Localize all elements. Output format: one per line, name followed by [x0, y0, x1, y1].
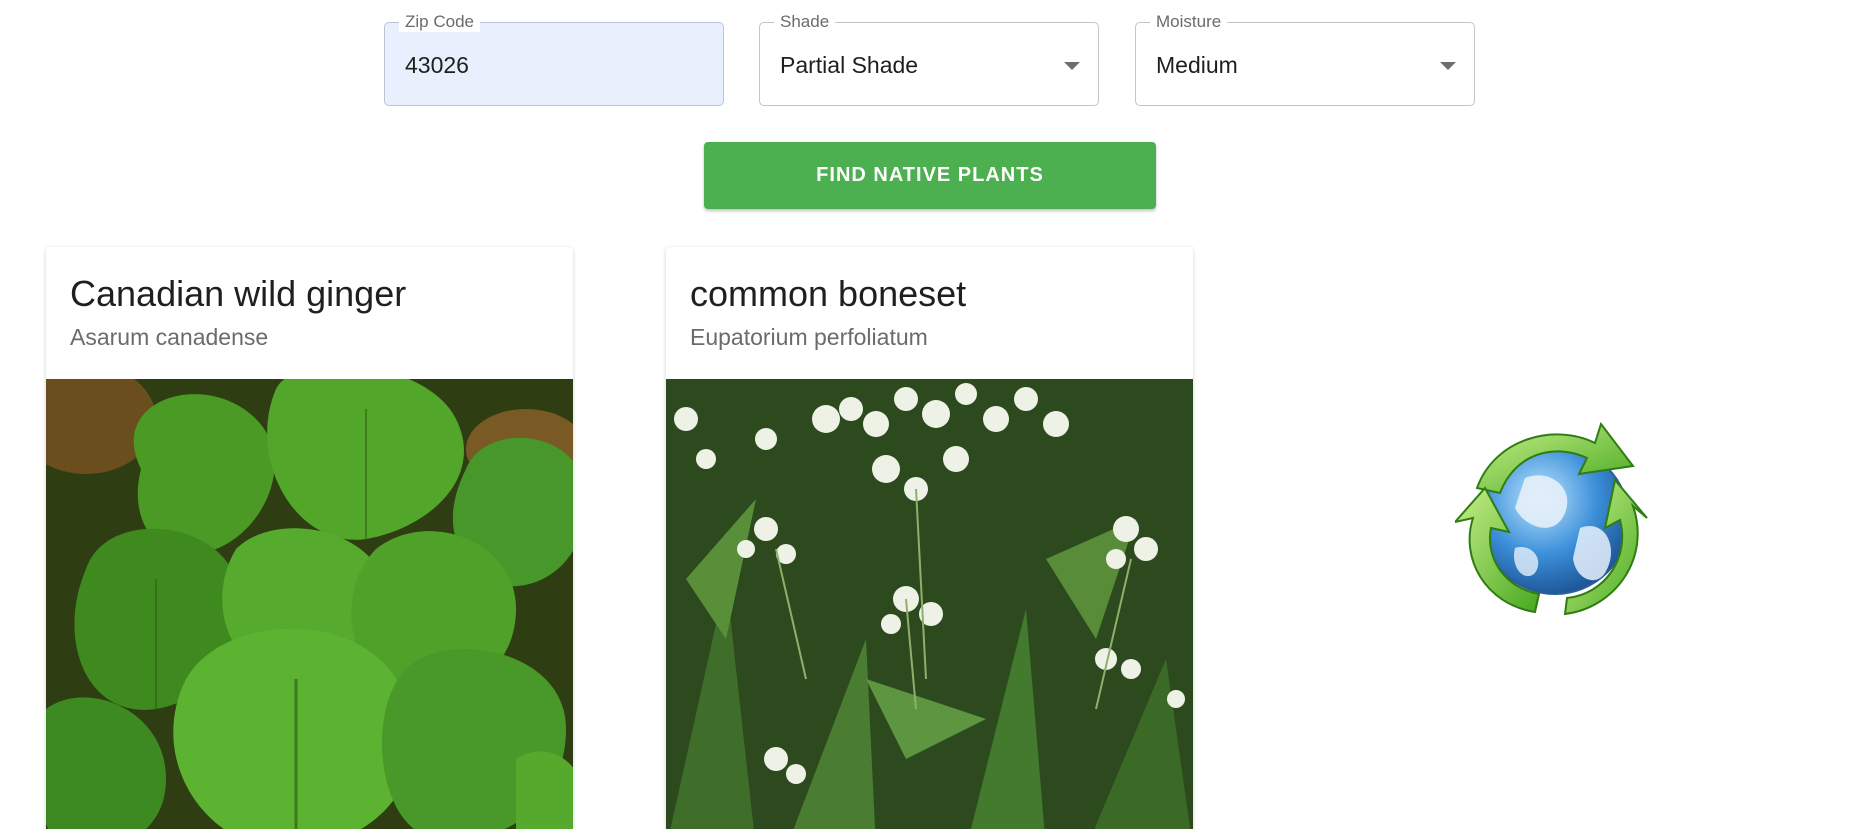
recycling-globe-icon: [1455, 421, 1648, 616]
plant-card[interactable]: Canadian wild ginger Asarum canadense: [46, 247, 573, 829]
shade-select[interactable]: Shade Partial Shade: [759, 12, 1099, 107]
find-native-plants-button[interactable]: FIND NATIVE PLANTS: [704, 142, 1156, 209]
plant-common-name: common boneset: [690, 273, 967, 314]
moisture-selected-value[interactable]: Medium: [1156, 23, 1238, 107]
app-page: Zip Code 43026 Shade Partial Shade Moist…: [0, 0, 1869, 829]
plant-photo: [46, 379, 573, 829]
plant-scientific-name: Asarum canadense: [70, 324, 269, 350]
chevron-down-icon[interactable]: [1440, 62, 1456, 70]
moisture-select[interactable]: Moisture Medium: [1135, 12, 1475, 107]
plant-photo: [666, 379, 1193, 829]
zip-code-input[interactable]: 43026: [405, 23, 469, 107]
shade-selected-value[interactable]: Partial Shade: [780, 23, 918, 107]
zip-code-field[interactable]: Zip Code 43026: [384, 12, 724, 107]
plant-scientific-name: Eupatorium perfoliatum: [690, 324, 928, 350]
chevron-down-icon[interactable]: [1064, 62, 1080, 70]
plant-card[interactable]: common boneset Eupatorium perfoliatum: [666, 247, 1193, 829]
plant-common-name: Canadian wild ginger: [70, 273, 407, 314]
